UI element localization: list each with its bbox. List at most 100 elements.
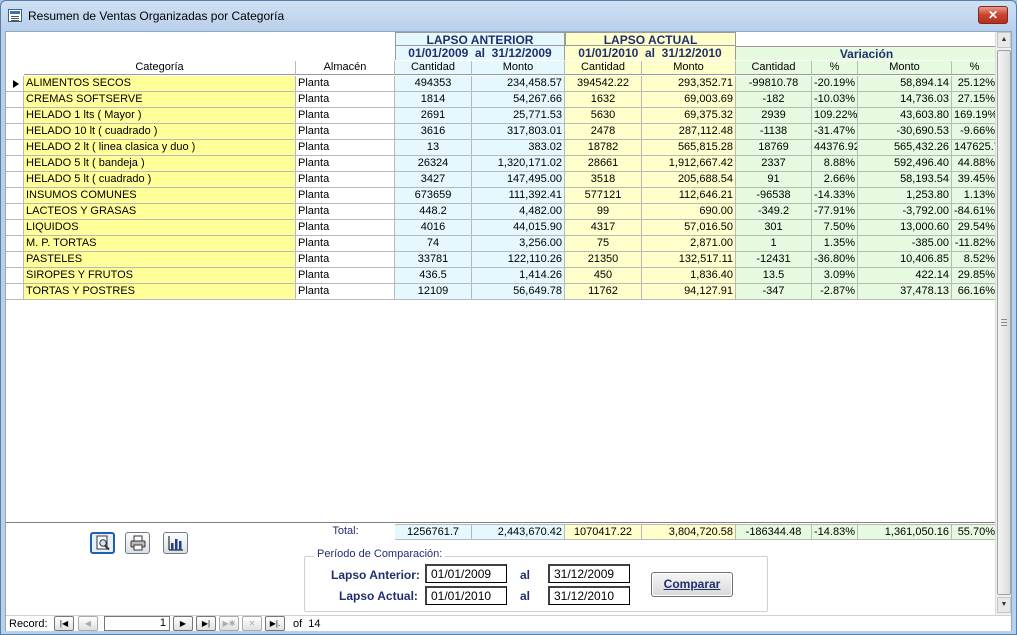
record-selector[interactable] xyxy=(6,92,24,108)
cell-var-qty[interactable]: 18769 xyxy=(736,140,812,156)
cell-var-qty-pct[interactable]: 8.88% xyxy=(812,156,858,172)
vertical-scrollbar[interactable]: ▲ ▼ xyxy=(995,32,1011,615)
record-selector[interactable] xyxy=(6,124,24,140)
cell-prev-amount[interactable]: 44,015.90 xyxy=(472,220,565,236)
cell-curr-amount[interactable]: 69,375.32 xyxy=(642,108,736,124)
cell-curr-qty[interactable]: 18782 xyxy=(565,140,642,156)
cell-var-qty[interactable]: -182 xyxy=(736,92,812,108)
cell-prev-amount[interactable]: 54,267.66 xyxy=(472,92,565,108)
cell-prev-qty[interactable]: 448.2 xyxy=(395,204,472,220)
cell-curr-amount[interactable]: 690.00 xyxy=(642,204,736,220)
cell-warehouse[interactable]: Planta xyxy=(296,268,395,284)
cell-curr-qty[interactable]: 577121 xyxy=(565,188,642,204)
record-selector[interactable] xyxy=(6,284,24,300)
cell-var-amount[interactable]: -3,792.00 xyxy=(858,204,952,220)
cell-var-amount[interactable]: 14,736.03 xyxy=(858,92,952,108)
cell-prev-qty[interactable]: 74 xyxy=(395,236,472,252)
cell-var-qty[interactable]: 2337 xyxy=(736,156,812,172)
cell-curr-qty[interactable]: 21350 xyxy=(565,252,642,268)
cell-category[interactable]: LACTEOS Y GRASAS xyxy=(24,204,296,220)
cell-warehouse[interactable]: Planta xyxy=(296,140,395,156)
cell-var-qty-pct[interactable]: 109.22% xyxy=(812,108,858,124)
cell-var-qty-pct[interactable]: -14.33% xyxy=(812,188,858,204)
cell-warehouse[interactable]: Planta xyxy=(296,284,395,300)
cell-category[interactable]: HELADO 5 lt ( bandeja ) xyxy=(24,156,296,172)
preview-button[interactable] xyxy=(90,532,115,554)
cell-curr-qty[interactable]: 11762 xyxy=(565,284,642,300)
prev-to-field[interactable]: 31/12/2009 xyxy=(548,564,630,583)
cell-var-amount[interactable]: 13,000.60 xyxy=(858,220,952,236)
scroll-down-button[interactable]: ▼ xyxy=(997,597,1011,613)
cell-var-amount-pct[interactable]: -84.61% xyxy=(952,204,998,220)
cell-warehouse[interactable]: Planta xyxy=(296,236,395,252)
record-selector[interactable] xyxy=(6,220,24,236)
cell-category[interactable]: HELADO 2 lt ( linea clasica y duo ) xyxy=(24,140,296,156)
cell-prev-amount[interactable]: 317,803.01 xyxy=(472,124,565,140)
cell-curr-qty[interactable]: 5630 xyxy=(565,108,642,124)
cell-curr-qty[interactable]: 99 xyxy=(565,204,642,220)
cell-curr-qty[interactable]: 394542.22 xyxy=(565,76,642,92)
cell-category[interactable]: INSUMOS COMUNES xyxy=(24,188,296,204)
cell-var-amount-pct[interactable]: 29.54% xyxy=(952,220,998,236)
record-selector[interactable] xyxy=(6,204,24,220)
curr-from-field[interactable]: 01/01/2010 xyxy=(425,586,507,605)
cell-var-amount[interactable]: 592,496.40 xyxy=(858,156,952,172)
close-button[interactable]: ✕ xyxy=(978,6,1008,24)
cell-var-amount[interactable]: 58,894.14 xyxy=(858,76,952,92)
prev-from-field[interactable]: 01/01/2009 xyxy=(425,564,507,583)
cell-var-amount[interactable]: 37,478.13 xyxy=(858,284,952,300)
cell-curr-amount[interactable]: 57,016.50 xyxy=(642,220,736,236)
cell-var-amount-pct[interactable]: 27.15% xyxy=(952,92,998,108)
cell-var-amount-pct[interactable]: 1.13% xyxy=(952,188,998,204)
first-record-button[interactable]: |◀ xyxy=(54,616,74,631)
scroll-up-button[interactable]: ▲ xyxy=(997,32,1011,48)
delete-record-button[interactable]: ✕ xyxy=(242,616,262,631)
cell-curr-amount[interactable]: 112,646.21 xyxy=(642,188,736,204)
cell-var-qty-pct[interactable]: 7.50% xyxy=(812,220,858,236)
cell-warehouse[interactable]: Planta xyxy=(296,204,395,220)
cell-category[interactable]: CREMAS SOFTSERVE xyxy=(24,92,296,108)
cell-category[interactable]: LIQUIDOS xyxy=(24,220,296,236)
cell-var-amount-pct[interactable]: -11.82% xyxy=(952,236,998,252)
cell-category[interactable]: HELADO 5 lt ( cuadrado ) xyxy=(24,172,296,188)
cell-var-amount[interactable]: 565,432.26 xyxy=(858,140,952,156)
cell-curr-amount[interactable]: 205,688.54 xyxy=(642,172,736,188)
cell-prev-amount[interactable]: 1,320,171.02 xyxy=(472,156,565,172)
record-selector[interactable] xyxy=(6,140,24,156)
cell-var-qty-pct[interactable]: 44376.92 xyxy=(812,140,858,156)
record-selector[interactable] xyxy=(6,236,24,252)
cell-prev-amount[interactable]: 234,458.57 xyxy=(472,76,565,92)
current-record-field[interactable]: 1 xyxy=(104,616,170,631)
cell-warehouse[interactable]: Planta xyxy=(296,188,395,204)
cell-curr-qty[interactable]: 450 xyxy=(565,268,642,284)
cell-var-amount[interactable]: -30,690.53 xyxy=(858,124,952,140)
record-selector[interactable] xyxy=(6,268,24,284)
cell-prev-amount[interactable]: 147,495.00 xyxy=(472,172,565,188)
cell-prev-amount[interactable]: 56,649.78 xyxy=(472,284,565,300)
cell-curr-amount[interactable]: 1,836.40 xyxy=(642,268,736,284)
cell-var-amount-pct[interactable]: 8.52% xyxy=(952,252,998,268)
chart-button[interactable] xyxy=(163,532,188,554)
cell-curr-amount[interactable]: 1,912,667.42 xyxy=(642,156,736,172)
cell-warehouse[interactable]: Planta xyxy=(296,172,395,188)
cell-var-qty[interactable]: 2939 xyxy=(736,108,812,124)
curr-to-field[interactable]: 31/12/2010 xyxy=(548,586,630,605)
cell-curr-amount[interactable]: 2,871.00 xyxy=(642,236,736,252)
cell-prev-amount[interactable]: 1,414.26 xyxy=(472,268,565,284)
cell-var-amount-pct[interactable]: -9.66% xyxy=(952,124,998,140)
cell-prev-qty[interactable]: 13 xyxy=(395,140,472,156)
cell-prev-qty[interactable]: 1814 xyxy=(395,92,472,108)
cell-prev-qty[interactable]: 3427 xyxy=(395,172,472,188)
cell-prev-qty[interactable]: 26324 xyxy=(395,156,472,172)
compare-button[interactable]: Comparar xyxy=(651,572,733,597)
cell-var-amount-pct[interactable]: 66.16% xyxy=(952,284,998,300)
cell-prev-amount[interactable]: 25,771.53 xyxy=(472,108,565,124)
cell-var-qty-pct[interactable]: -77.91% xyxy=(812,204,858,220)
cell-var-qty-pct[interactable]: 1.35% xyxy=(812,236,858,252)
cell-var-amount-pct[interactable]: 29.85% xyxy=(952,268,998,284)
cell-prev-qty[interactable]: 436.5 xyxy=(395,268,472,284)
cell-category[interactable]: M. P. TORTAS xyxy=(24,236,296,252)
cell-var-qty[interactable]: 13.5 xyxy=(736,268,812,284)
cell-curr-qty[interactable]: 75 xyxy=(565,236,642,252)
cell-var-qty[interactable]: -12431 xyxy=(736,252,812,268)
